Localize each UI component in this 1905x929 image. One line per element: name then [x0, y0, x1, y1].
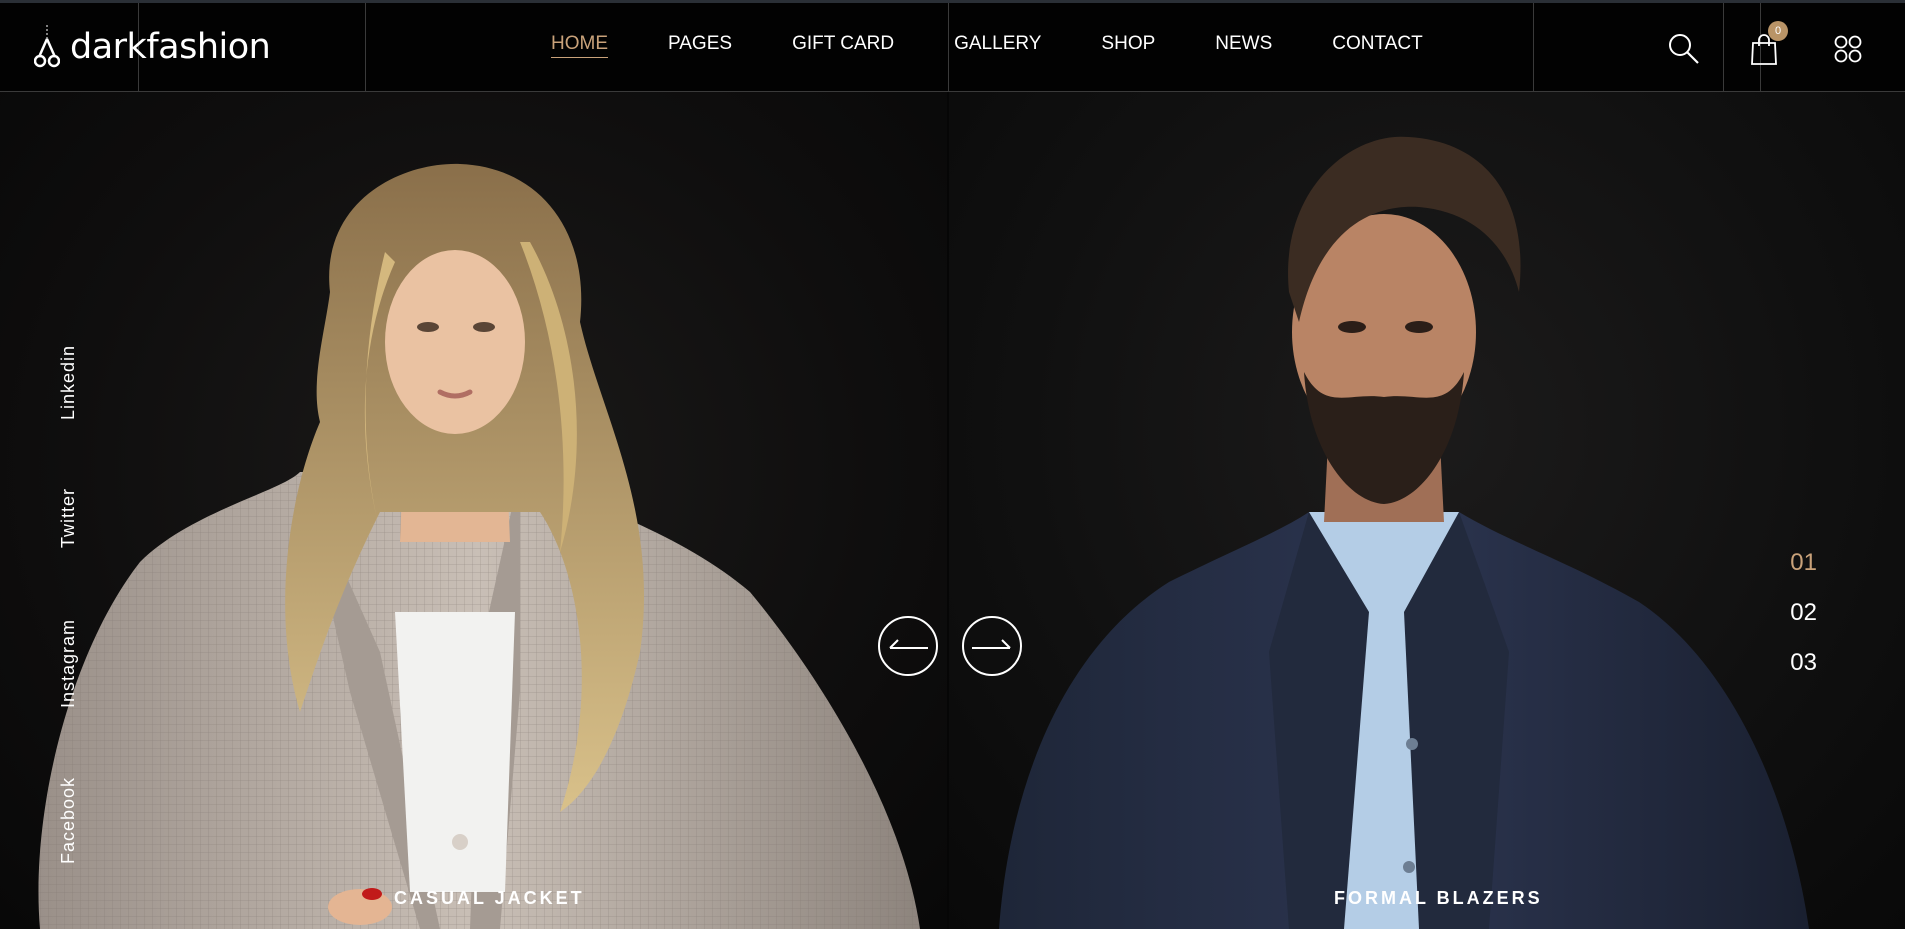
- slide-panel-casual-jacket[interactable]: CASUAL JACKET: [0, 92, 948, 929]
- slide-caption-formal-blazers[interactable]: FORMAL BLAZERS: [1334, 888, 1543, 909]
- slide-indicator-03[interactable]: 03: [1790, 649, 1817, 677]
- nav-gift-card[interactable]: GIFT CARD: [792, 33, 894, 58]
- arrow-left-icon: [889, 639, 928, 649]
- social-link-instagram[interactable]: Instagram: [58, 619, 79, 708]
- model-man-image: [999, 136, 1809, 929]
- slide-indicator-02[interactable]: 02: [1790, 599, 1817, 627]
- social-link-facebook[interactable]: Facebook: [58, 777, 79, 864]
- model-woman-image: [38, 163, 921, 929]
- slide-panel-formal-blazers[interactable]: FORMAL BLAZERS: [949, 92, 1905, 929]
- header-divider: [365, 3, 366, 95]
- search-icon: [1669, 34, 1699, 64]
- next-slide-button[interactable]: [962, 616, 1022, 676]
- nav-shop[interactable]: SHOP: [1101, 33, 1155, 58]
- arrow-right-icon: [972, 639, 1011, 649]
- nav-news[interactable]: NEWS: [1215, 33, 1272, 58]
- hero-slider: CASUAL JACKET FORMAL BLAZERS Linkedin Tw…: [0, 92, 1905, 929]
- cart-button[interactable]: 0: [1744, 21, 1788, 69]
- header-divider: [1723, 3, 1724, 95]
- nav-gallery[interactable]: GALLERY: [954, 33, 1041, 58]
- search-button[interactable]: [1664, 29, 1704, 69]
- slide-caption-casual-jacket[interactable]: CASUAL JACKET: [394, 888, 585, 909]
- brand-name: darkfashion: [70, 27, 271, 67]
- nav-home[interactable]: HOME: [551, 33, 608, 58]
- cart-count-badge: 0: [1768, 21, 1788, 41]
- site-header: darkfashion HOME PAGES GIFT CARD GALLERY…: [0, 0, 1905, 95]
- social-link-twitter[interactable]: Twitter: [58, 488, 79, 548]
- social-link-linkedin[interactable]: Linkedin: [58, 345, 79, 420]
- grid-menu-icon: [1834, 35, 1862, 63]
- brand-logo[interactable]: darkfashion: [34, 21, 271, 73]
- slide-indicator-01[interactable]: 01: [1790, 549, 1817, 577]
- nav-pages[interactable]: PAGES: [668, 33, 732, 58]
- nav-contact[interactable]: CONTACT: [1332, 33, 1422, 58]
- main-nav: HOME PAGES GIFT CARD GALLERY SHOP NEWS C…: [551, 33, 1483, 58]
- header-divider: [1533, 3, 1534, 95]
- scissors-icon: [34, 25, 60, 68]
- menu-button[interactable]: [1828, 29, 1868, 69]
- prev-slide-button[interactable]: [878, 616, 938, 676]
